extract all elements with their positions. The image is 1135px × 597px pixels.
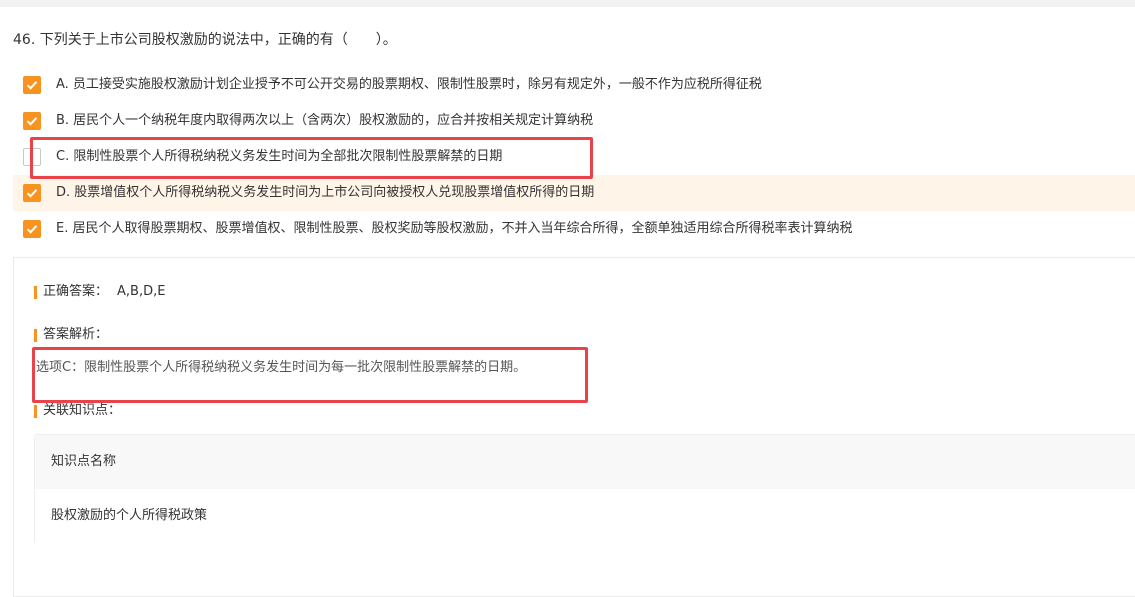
knowledge-table: 知识点名称 股权激励的个人所得税政策 [34,434,1135,544]
correct-answer-label: 正确答案： [43,284,109,299]
knowledge-table-header: 知识点名称 [35,435,1135,489]
checkbox-unchecked-icon[interactable] [23,148,41,166]
analysis-text: 选项C：限制性股票个人所得税纳税义务发生时间为每一批次限制性股票解禁的日期。 [36,360,527,375]
section-marker-icon [34,329,37,342]
section-marker-icon [34,405,37,418]
analysis-label: 答案解析： [43,327,109,342]
section-marker-icon [34,286,37,299]
option-c-label: C. 限制性股票个人所得税纳税义务发生时间为全部批次限制性股票解禁的日期 [56,149,503,164]
table-row[interactable]: 股权激励的个人所得税政策 [35,489,1135,544]
knowledge-column-header: 知识点名称 [51,454,117,469]
option-e[interactable]: E. 居民个人取得股票期权、股票增值权、限制性股票、股权奖励等股权激励，不并入当… [13,211,1135,247]
option-a-label: A. 员工接受实施股权激励计划企业授予不可公开交易的股票期权、限制性股票时，除另… [56,77,762,92]
checkbox-checked-icon[interactable] [23,220,41,238]
top-strip [0,0,1135,7]
option-d[interactable]: D. 股票增值权个人所得税纳税义务发生时间为上市公司向被授权人兑现股票增值权所得… [13,175,1135,211]
option-c[interactable]: C. 限制性股票个人所得税纳税义务发生时间为全部批次限制性股票解禁的日期 [13,139,1135,175]
knowledge-label: 关联知识点： [43,403,122,418]
option-b[interactable]: B. 居民个人一个纳税年度内取得两次以上（含两次）股权激励的，应合并按相关规定计… [13,103,1135,139]
checkbox-checked-icon[interactable] [23,76,41,94]
knowledge-item[interactable]: 股权激励的个人所得税政策 [51,507,207,525]
checkbox-checked-icon[interactable] [23,184,41,202]
option-d-label: D. 股票增值权个人所得税纳税义务发生时间为上市公司向被授权人兑现股票增值权所得… [56,185,595,200]
checkbox-checked-icon[interactable] [23,112,41,130]
option-e-label: E. 居民个人取得股票期权、股票增值权、限制性股票、股权奖励等股权激励，不并入当… [56,221,853,236]
correct-answer-value: A,B,D,E [117,284,166,299]
option-b-label: B. 居民个人一个纳税年度内取得两次以上（含两次）股权激励的，应合并按相关规定计… [56,113,594,128]
answer-panel [13,257,1135,597]
option-a[interactable]: A. 员工接受实施股权激励计划企业授予不可公开交易的股票期权、限制性股票时，除另… [13,67,1135,103]
question-text: 46. 下列关于上市公司股权激励的说法中，正确的有（ ）。 [13,32,397,48]
